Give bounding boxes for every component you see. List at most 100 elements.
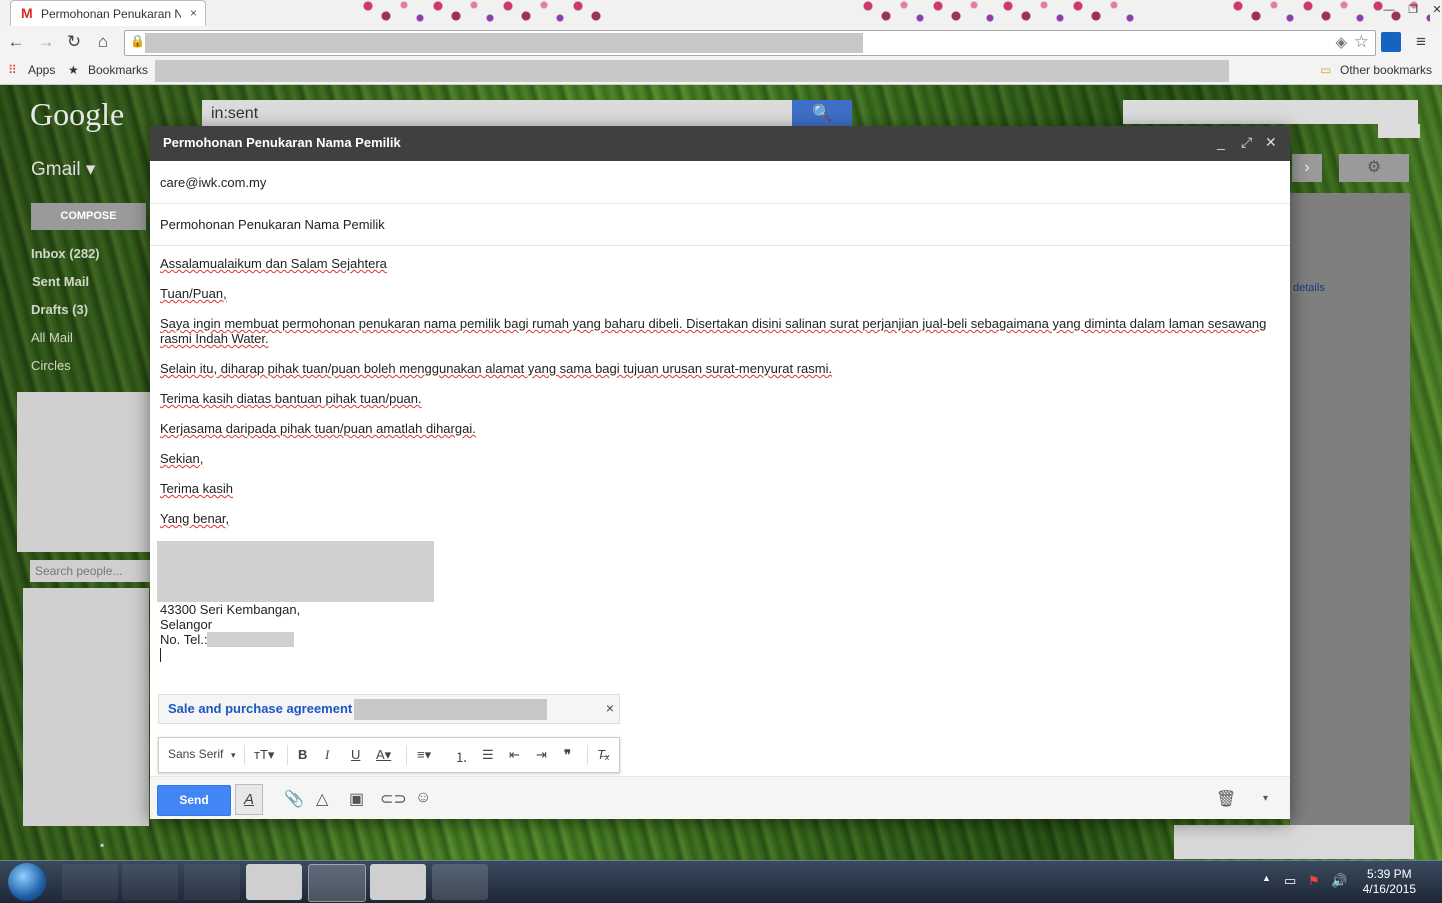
send-button[interactable]: Send [157, 785, 231, 816]
paint-icon[interactable] [432, 864, 488, 900]
clock-time: 5:39 PM [1366, 867, 1412, 881]
attach-files-icon[interactable]: 📎 [284, 789, 304, 809]
nav-circles[interactable]: Circles [31, 358, 71, 373]
subject-field[interactable]: Permohonan Penukaran Nama Pemilik [150, 204, 1290, 246]
font-dropdown-icon[interactable]: ▾ [231, 750, 236, 761]
divider [287, 745, 288, 765]
gmail-menu[interactable]: Gmail ▾ [31, 158, 95, 181]
compose-header[interactable]: Permohonan Penukaran Nama Pemilik _ ⤢ ✕ [150, 126, 1290, 161]
minimize-icon[interactable]: _ [1217, 134, 1225, 150]
nav-all-mail[interactable]: All Mail [31, 330, 73, 345]
redacted-taskbar-item[interactable] [370, 864, 426, 900]
action-center-icon[interactable]: ⚑ [1308, 873, 1320, 889]
google-logo[interactable]: Google [30, 96, 124, 133]
discard-draft-icon[interactable]: 🗑 [1216, 789, 1236, 809]
bulleted-list-icon[interactable]: ☰ [482, 747, 494, 763]
text-color-icon[interactable]: A▾ [376, 747, 391, 763]
google-drive-icon[interactable]: △ [316, 789, 328, 809]
details-link[interactable]: details [1293, 282, 1325, 294]
network-icon[interactable]: ▭ [1284, 873, 1296, 889]
chrome-taskbar-icon[interactable] [308, 864, 366, 902]
bookmarks-bar: ⠿ Apps ★ Bookmarks ▭ Other bookmarks [0, 58, 1442, 85]
settings-gear-icon[interactable]: ⚙ [1339, 154, 1409, 182]
redacted-contacts [23, 588, 149, 826]
font-family-select[interactable]: Sans Serif [168, 747, 223, 761]
nav-sent[interactable]: Sent Mail [32, 274, 89, 289]
lock-icon: 🔒 [130, 34, 145, 48]
windows-taskbar: ▲ ▭ ⚑ 🔊 5:39 PM 4/16/2015 [0, 860, 1442, 903]
search-people-input[interactable]: Search people... [30, 560, 150, 582]
compose-button[interactable]: COMPOSE [31, 203, 146, 230]
align-icon[interactable]: ≡▾ [417, 747, 431, 763]
body-paragraph-3: Terima kasih diatas bantuan pihak tuan/p… [160, 391, 422, 406]
reload-icon[interactable]: ↻ [64, 32, 84, 52]
chat-icon[interactable]: ▪ [100, 838, 104, 852]
media-player-icon[interactable] [122, 864, 178, 900]
system-clock[interactable]: 5:39 PM 4/16/2015 [1363, 867, 1416, 897]
chrome-menu-icon[interactable]: ≡ [1416, 32, 1432, 52]
body-closing-2: Terima kasih [160, 481, 233, 496]
attachment-chip[interactable]: Sale and purchase agreement × [158, 694, 620, 724]
apps-grid-icon[interactable]: ⠿ [8, 63, 17, 77]
underline-icon[interactable]: U [351, 747, 360, 762]
show-hidden-icons-icon[interactable]: ▲ [1262, 873, 1271, 883]
to-field[interactable]: care@iwk.com.my [150, 161, 1290, 204]
address-bar[interactable]: 🔒 ◈ ☆ [124, 30, 1376, 56]
quote-icon[interactable]: ❞ [564, 747, 571, 763]
to-recipient: care@iwk.com.my [160, 175, 267, 190]
back-icon[interactable]: ← [6, 32, 26, 52]
redacted-taskbar-item[interactable] [246, 864, 302, 900]
volume-icon[interactable]: 🔊 [1331, 873, 1347, 889]
apps-link[interactable]: Apps [28, 63, 55, 77]
redacted-url [145, 33, 863, 53]
internet-explorer-icon[interactable] [184, 864, 240, 900]
expand-icon[interactable]: ⤢ [1241, 134, 1252, 151]
minimize-window-icon[interactable]: — [1378, 0, 1400, 20]
bookmark-star-icon[interactable]: ☆ [1354, 32, 1369, 52]
browser-tab[interactable]: M Permohonan Penukaran N × [10, 0, 206, 26]
redacted-phone [207, 632, 295, 647]
nav-drafts[interactable]: Drafts (3) [31, 302, 88, 317]
gmail-search-input[interactable]: in:sent [202, 100, 792, 128]
numbered-list-icon[interactable]: ⒈ [455, 747, 468, 766]
body-paragraph-2: Selain itu, diharap pihak tuan/puan bole… [160, 361, 833, 376]
restore-window-icon[interactable]: ❐ [1402, 0, 1424, 20]
search-people-placeholder: Search people... [35, 564, 123, 578]
extension-icon[interactable]: ◈ [1335, 33, 1347, 51]
start-button-icon[interactable] [8, 863, 46, 901]
nav-inbox[interactable]: Inbox (282) [31, 246, 100, 261]
attachment-name[interactable]: Sale and purchase agreement [168, 701, 352, 716]
chart-extension-icon[interactable] [1381, 32, 1401, 52]
italic-icon[interactable]: I [325, 747, 329, 763]
close-window-icon[interactable]: ✕ [1426, 0, 1442, 20]
tab-close-icon[interactable]: × [190, 6, 197, 20]
indent-less-icon[interactable]: ⇤ [509, 747, 520, 763]
bold-icon[interactable]: B [298, 747, 307, 762]
indent-more-icon[interactable]: ⇥ [536, 747, 547, 763]
redacted-panel [17, 392, 150, 552]
forward-icon[interactable]: → [36, 32, 56, 52]
explorer-icon[interactable] [62, 864, 118, 900]
emoji-icon[interactable]: ☺ [415, 789, 431, 807]
subject-text: Permohonan Penukaran Nama Pemilik [160, 217, 385, 232]
next-page-icon[interactable]: › [1292, 154, 1322, 182]
close-icon[interactable]: ✕ [1265, 134, 1277, 151]
redacted-bookmarks [155, 60, 1229, 82]
home-icon[interactable]: ⌂ [93, 32, 113, 52]
folder-icon: ▭ [1320, 63, 1332, 77]
font-size-icon[interactable]: тT▾ [254, 747, 274, 763]
search-icon[interactable]: 🔍 [792, 100, 852, 128]
remove-attachment-icon[interactable]: × [606, 700, 614, 716]
other-bookmarks-link[interactable]: Other bookmarks [1340, 63, 1432, 77]
insert-photo-icon[interactable]: ▣ [349, 789, 364, 809]
more-options-icon[interactable]: ▾ [1263, 793, 1268, 804]
remove-formatting-icon[interactable]: T̶ₓ [597, 747, 610, 762]
compose-window: Permohonan Penukaran Nama Pemilik _ ⤢ ✕ … [150, 126, 1290, 819]
insert-link-icon[interactable]: ⊂⊃ [380, 789, 407, 809]
formatting-options-icon[interactable]: A [235, 784, 263, 815]
compose-title: Permohonan Penukaran Nama Pemilik [163, 135, 401, 150]
message-body[interactable]: Assalamualaikum dan Salam Sejahtera Tuan… [160, 256, 1270, 541]
bookmarks-link[interactable]: Bookmarks [88, 63, 148, 77]
compose-actions-bar: Send A 📎 △ ▣ ⊂⊃ ☺ 🗑 ▾ [150, 776, 1290, 819]
tab-title: Permohonan Penukaran N [41, 7, 181, 21]
